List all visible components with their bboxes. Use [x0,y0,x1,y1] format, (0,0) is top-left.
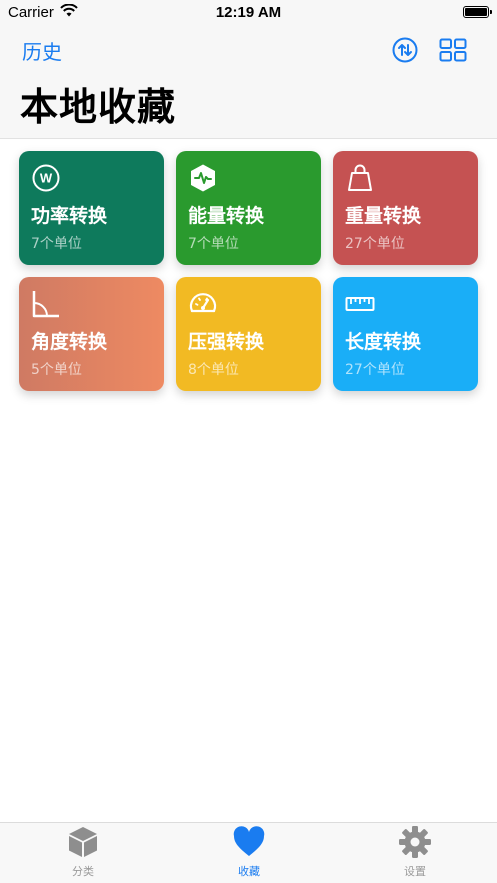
card-power-conversion[interactable]: W 功率转换 7个单位 [19,151,164,265]
tab-favorites[interactable]: 收藏 [166,823,332,883]
app-screen: Carrier 12:19 AM 历史 本地收藏 W 功率转换 7个单位 能量转… [0,0,497,883]
status-time: 12:19 AM [215,4,282,21]
swap-arrows-icon [392,37,418,63]
gauge-icon [189,293,217,313]
heart-icon [233,826,265,856]
weight-bag-icon [348,164,372,191]
card-subtitle: 27个单位 [345,362,405,378]
svg-text:W: W [40,171,53,186]
card-energy-conversion[interactable]: 能量转换 7个单位 [176,151,321,265]
card-subtitle: 7个单位 [31,236,82,252]
battery-icon [463,6,492,18]
gear-icon [399,826,431,858]
card-title: 重量转换 [345,205,422,227]
watt-icon: W [32,164,60,192]
card-subtitle: 7个单位 [188,236,239,252]
card-length-conversion[interactable]: 长度转换 27个单位 [333,277,478,391]
cube-icon [69,827,97,857]
status-bar: Carrier 12:19 AM [0,0,497,26]
tab-settings[interactable]: 设置 [332,823,497,883]
card-title: 长度转换 [345,331,422,353]
card-title: 压强转换 [188,331,265,353]
grid-layout-button[interactable] [439,36,467,64]
card-angle-conversion[interactable]: 角度转换 5个单位 [19,277,164,391]
card-subtitle: 5个单位 [31,362,82,378]
ruler-icon [345,297,375,311]
card-subtitle: 27个单位 [345,236,405,252]
tab-label: 收藏 [238,865,260,878]
page-title: 本地收藏 [20,85,177,129]
card-pressure-conversion[interactable]: 压强转换 8个单位 [176,277,321,391]
energy-hexagon-icon [191,164,215,192]
tab-bar: 分类 收藏 设置 [0,822,497,883]
angle-icon [32,291,59,318]
grid-icon [439,38,467,62]
card-weight-conversion[interactable]: 重量转换 27个单位 [333,151,478,265]
tab-label: 设置 [404,865,426,878]
sort-button[interactable] [391,36,419,64]
tab-category[interactable]: 分类 [0,823,166,883]
card-title: 角度转换 [31,331,108,353]
history-button[interactable]: 历史 [22,36,62,65]
card-subtitle: 8个单位 [188,362,239,378]
card-title: 功率转换 [31,205,108,227]
tab-label: 分类 [72,865,94,878]
card-title: 能量转换 [188,205,265,227]
navigation-bar: 历史 本地收藏 [0,26,497,139]
